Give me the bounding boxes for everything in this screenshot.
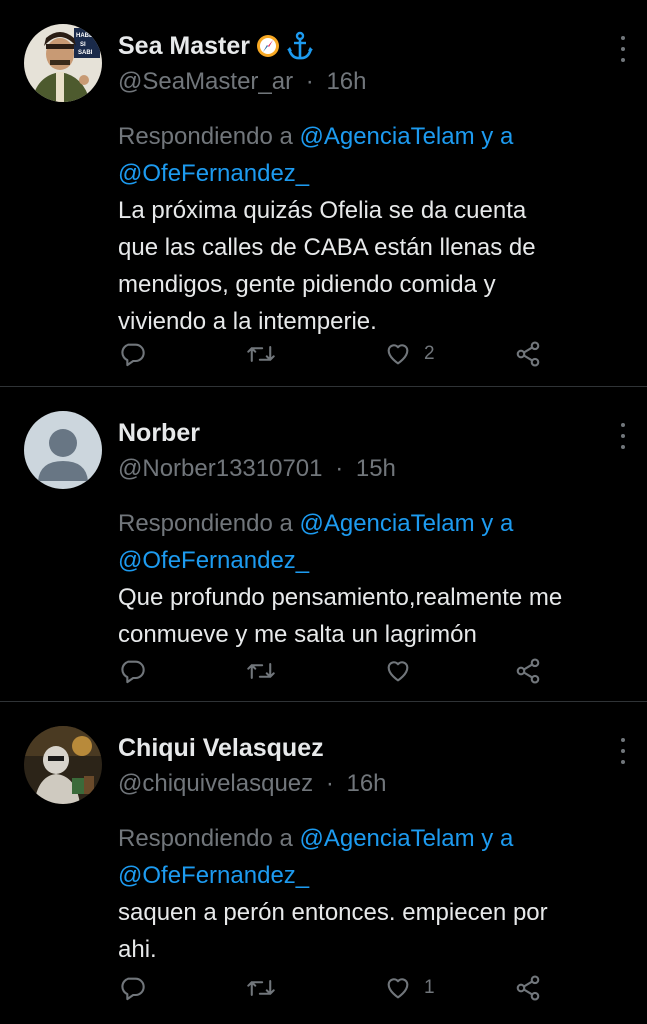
reply-icon [121, 343, 145, 367]
retweet-icon [247, 663, 275, 679]
retweet-icon [247, 980, 275, 996]
reply-button[interactable] [118, 340, 146, 368]
timestamp[interactable]: 15h [356, 455, 396, 482]
tweet-actions: 2 [118, 336, 587, 372]
share-button[interactable] [514, 974, 542, 1002]
retweet-button[interactable] [246, 340, 276, 368]
avatar[interactable] [24, 726, 102, 804]
mention-agenciatelam[interactable]: @AgenciaTelam [299, 825, 474, 852]
tweet[interactable]: HABL SI SABI Sea Master @SeaMaster_ar · … [0, 0, 647, 387]
anchor-emoji-icon [286, 31, 314, 61]
mention-ofefernandez[interactable]: @OfeFernandez_ [118, 547, 309, 574]
mention-ofefernandez[interactable]: @OfeFernandez_ [118, 862, 309, 889]
handle[interactable]: @SeaMaster_ar [118, 68, 293, 95]
replying-to: Respondiendo a @AgenciaTelam y a @OfeFer… [118, 820, 627, 894]
separator: · [325, 770, 334, 797]
separator: · [335, 455, 344, 482]
svg-text:SABI: SABI [78, 50, 93, 56]
mention-connector[interactable]: y a [481, 123, 513, 150]
handle[interactable]: @Norber13310701 [118, 455, 323, 482]
tweet[interactable]: Norber @Norber13310701 · 15h Respondiend… [0, 387, 647, 702]
like-button[interactable] [384, 657, 424, 685]
timestamp[interactable]: 16h [346, 770, 386, 797]
like-count: 2 [424, 343, 435, 364]
replying-prefix: Respondiendo a [118, 825, 293, 852]
reply-icon [121, 660, 145, 684]
separator: · [305, 68, 314, 95]
timestamp[interactable]: 16h [326, 68, 366, 95]
mention-agenciatelam[interactable]: @AgenciaTelam [299, 123, 474, 150]
heart-icon [387, 978, 409, 999]
replying-prefix: Respondiendo a [118, 123, 293, 150]
tweet-actions: 1 [118, 970, 587, 1006]
display-name[interactable]: Chiqui Velasquez [118, 734, 324, 763]
mention-connector[interactable]: y a [481, 510, 513, 537]
more-options-icon[interactable] [617, 738, 629, 764]
replying-to: Respondiendo a @AgenciaTelam y a @OfeFer… [118, 118, 627, 192]
share-icon [516, 658, 540, 684]
retweet-button[interactable] [246, 974, 276, 1002]
share-button[interactable] [514, 340, 542, 368]
tweet[interactable]: Chiqui Velasquez @chiquivelasquez · 16h … [0, 702, 647, 1024]
like-button[interactable]: 1 [384, 974, 435, 1002]
reply-button[interactable] [118, 657, 146, 685]
tweet-text: La próxima quizás Ofelia se da cuenta qu… [118, 197, 536, 335]
share-button[interactable] [514, 657, 542, 685]
more-options-icon[interactable] [617, 36, 629, 62]
heart-icon [387, 344, 409, 365]
mention-ofefernandez[interactable]: @OfeFernandez_ [118, 160, 309, 187]
display-name[interactable]: Sea Master [118, 32, 250, 61]
svg-text:HABL: HABL [76, 33, 93, 39]
like-count: 1 [424, 977, 435, 998]
share-icon [516, 975, 540, 1001]
retweet-button[interactable] [246, 657, 276, 685]
avatar[interactable]: HABL SI SABI [24, 24, 102, 102]
tweet-text: saquen a perón entonces. empiecen por ah… [118, 899, 548, 963]
more-options-icon[interactable] [617, 423, 629, 449]
svg-text:SI: SI [80, 42, 86, 48]
display-name[interactable]: Norber [118, 419, 200, 448]
like-button[interactable]: 2 [384, 340, 435, 368]
share-icon [516, 341, 540, 367]
mention-agenciatelam[interactable]: @AgenciaTelam [299, 510, 474, 537]
handle[interactable]: @chiquivelasquez [118, 770, 313, 797]
replying-to: Respondiendo a @AgenciaTelam y a @OfeFer… [118, 505, 627, 579]
compass-emoji-icon [256, 34, 280, 58]
heart-icon [387, 661, 409, 682]
tweet-text: Que profundo pensamiento,realmente me co… [118, 584, 563, 648]
avatar[interactable] [24, 411, 102, 489]
mention-connector[interactable]: y a [481, 825, 513, 852]
reply-button[interactable] [118, 974, 146, 1002]
retweet-icon [247, 346, 275, 362]
tweet-actions [118, 653, 587, 689]
replying-prefix: Respondiendo a [118, 510, 293, 537]
reply-icon [121, 977, 145, 1001]
